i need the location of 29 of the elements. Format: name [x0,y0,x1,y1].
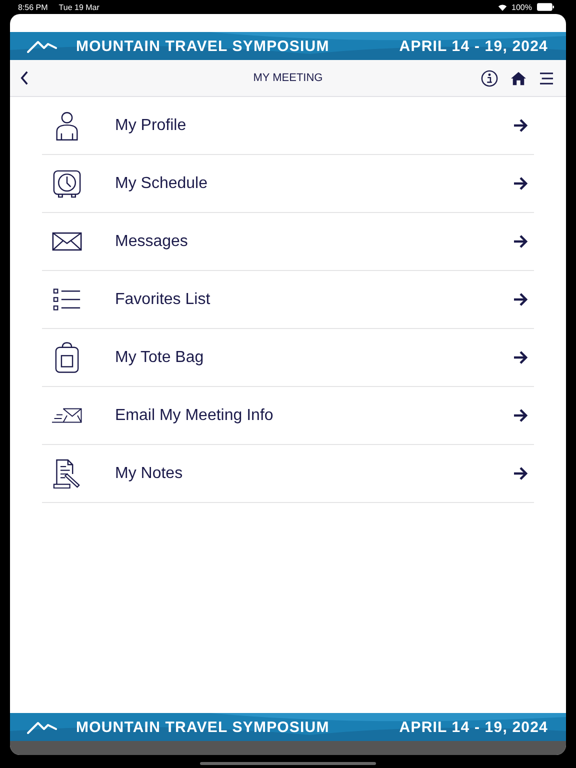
wifi-icon [498,4,507,10]
arrow-right-icon [513,119,528,132]
note-pencil-icon [53,458,81,488]
banner-title: MOUNTAIN TRAVEL SYMPOSIUM [76,718,330,736]
battery-icon [537,3,554,11]
list-icon [53,288,81,311]
arrow-right-icon [513,409,528,422]
battery-percent: 100% [512,2,532,12]
arrow-right-icon [513,293,528,306]
banner-title: MOUNTAIN TRAVEL SYMPOSIUM [76,38,330,54]
person-icon [55,110,79,140]
banner-dates: APRIL 14 - 19, 2024 [399,718,548,736]
page-title: MY MEETING [253,72,323,84]
info-icon[interactable] [481,70,498,86]
arrow-right-icon [513,235,528,248]
banner-dates: APRIL 14 - 19, 2024 [399,38,548,54]
sending-envelope-icon [52,406,82,425]
envelope-icon [52,232,82,251]
arrow-right-icon [513,467,528,480]
clock-icon [53,170,81,198]
bag-icon [55,341,79,374]
mountain-logo-icon [26,38,58,54]
arrow-right-icon [513,351,528,364]
status-time: 8:56 PM [18,2,48,12]
menu-icon[interactable] [539,72,554,84]
home-icon[interactable] [510,70,527,86]
mountain-logo-icon [26,719,58,735]
status-date: Tue 19 Mar [58,2,100,12]
arrow-right-icon [513,177,528,190]
